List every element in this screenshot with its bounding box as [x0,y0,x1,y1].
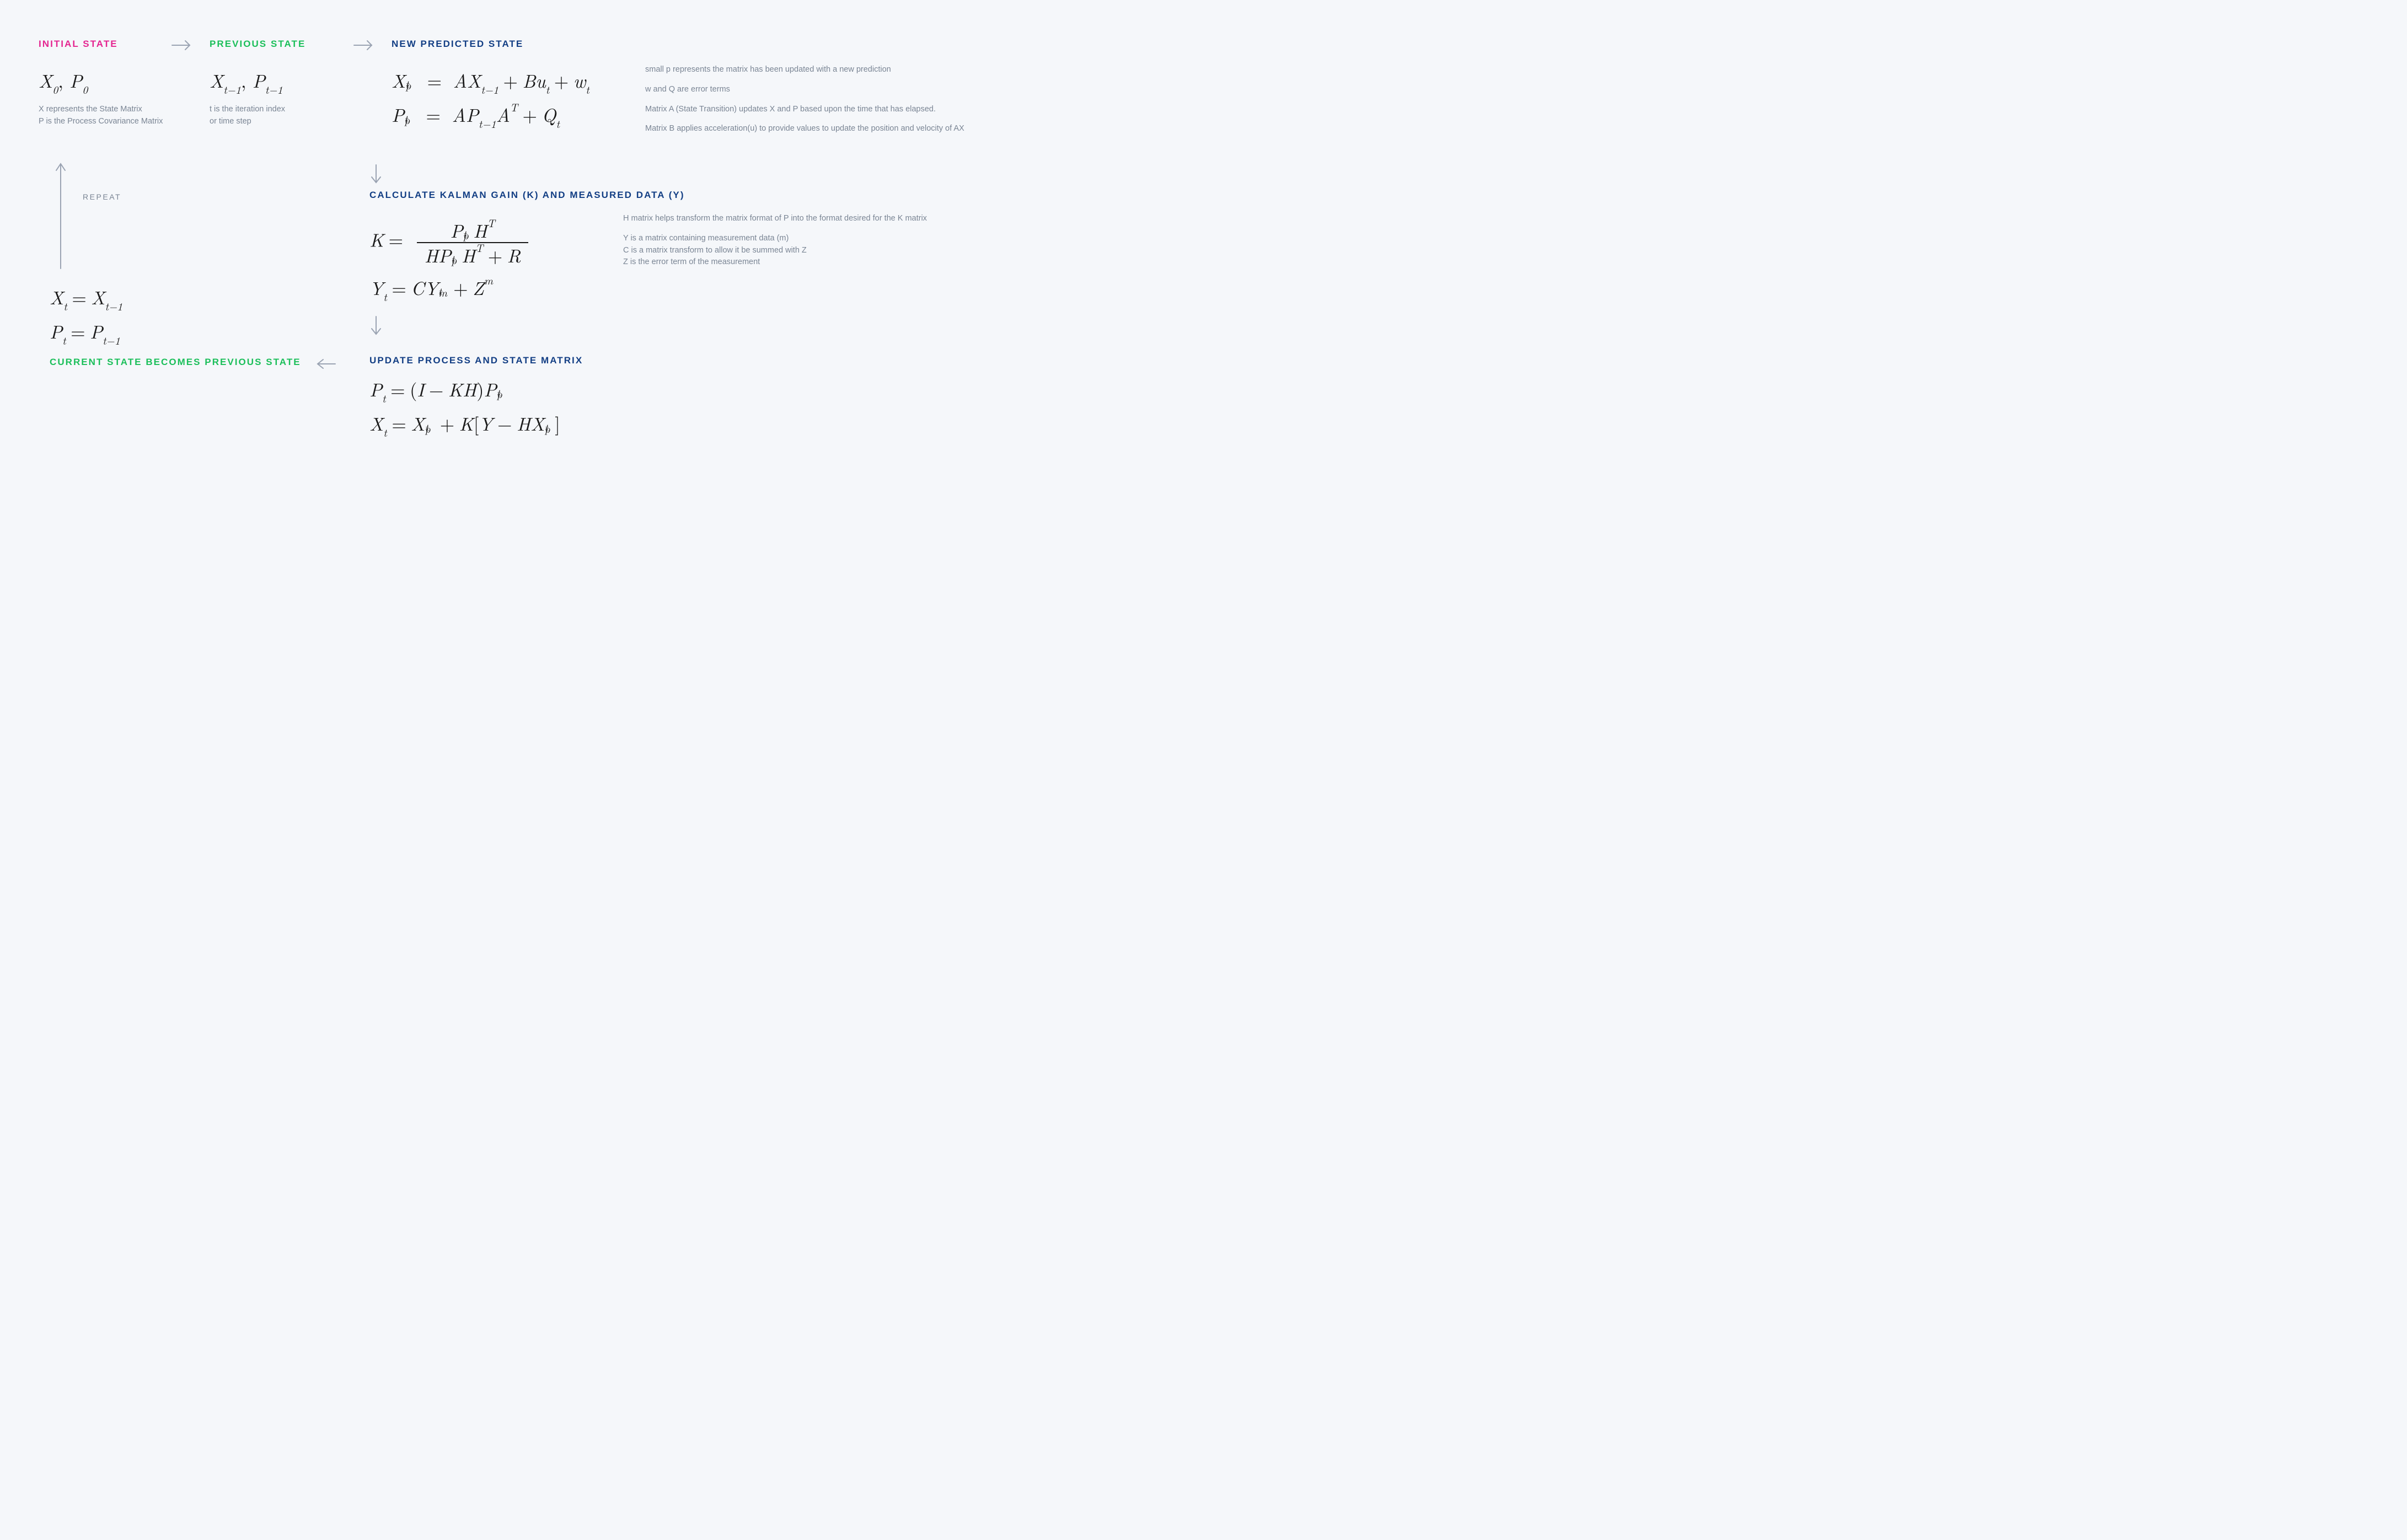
label-repeat: REPEAT [83,192,121,201]
arrow-right-icon [353,39,386,52]
note-initial: X represents the State Matrix P is the P… [39,104,165,128]
title-update: UPDATE PROCESS AND STATE MATRIX [369,355,2368,366]
eq-measured-y: Yt=CYmt+Zm [369,277,607,301]
arrow-up-icon [54,159,67,270]
eq-update-x: Xt=Xpt+K[Y−HXpt] [369,412,2368,437]
row-initial-equations: X0, P0 X represents the State Matrix P i… [39,64,2368,143]
repeat-block: REPEAT [39,159,347,281]
title-previous-state: PREVIOUS STATE [210,39,347,50]
title-loopback: CURRENT STATE BECOMES PREVIOUS STATE [50,355,314,369]
arrow-left-icon [314,355,347,371]
eq-loop-x: Xt=Xt−1 [50,286,347,310]
eq-kalman-k: K= PptHT HPptHT+R [369,218,607,267]
header-row: INITIAL STATE PREVIOUS STATE NEW PREDICT… [39,39,2368,62]
eq-predicted-p: Ppt = APt−1AT+Qt [392,104,629,128]
middle-wrap: REPEAT Xt=Xt−1 Pt=Pt−1 CALCULATE KALMAN … [39,159,2368,355]
eq-predicted-x: Xpt = AXt−1+But+wt [392,69,629,94]
note-kalman: H matrix helps transform the matrix form… [623,213,2368,276]
eq-initial: X0, P0 [39,69,165,94]
arrow-down-icon [369,312,2368,342]
title-initial-state: INITIAL STATE [39,39,165,50]
note-previous: t is the iteration index or time step [210,104,347,128]
eq-previous: Xt−1, Pt−1 [210,69,347,94]
eq-update-p: Pt=(I−KH)Ppt [369,378,2368,403]
title-new-predicted-state: NEW PREDICTED STATE [392,39,2368,50]
loopback-row: CURRENT STATE BECOMES PREVIOUS STATE UPD… [39,355,2368,447]
title-kalman-gain: CALCULATE KALMAN GAIN (K) AND MEASURED D… [369,190,2368,201]
arrow-down-icon [369,159,2368,190]
note-predicted: small p represents the matrix has been u… [645,64,2368,143]
arrow-right-icon [171,39,204,52]
eq-loop-p: Pt=Pt−1 [50,320,347,345]
